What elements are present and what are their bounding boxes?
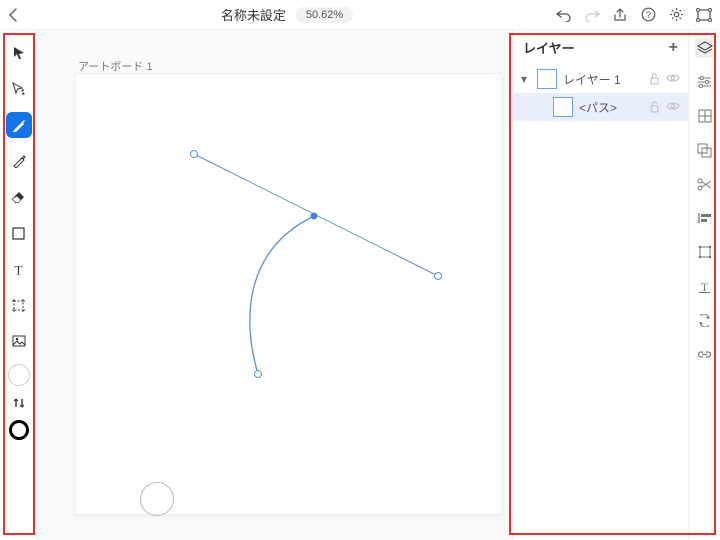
help-icon[interactable]: ? (640, 7, 656, 23)
lock-icon[interactable] (649, 73, 660, 85)
layer-row[interactable]: ▾ レイヤー 1 (513, 65, 688, 93)
artboard[interactable] (76, 74, 502, 514)
repeat-tab-icon[interactable] (695, 310, 715, 330)
align-tab-icon[interactable] (695, 208, 715, 228)
visibility-icon[interactable] (666, 101, 680, 113)
type-tab-icon[interactable]: T (695, 276, 715, 296)
document-title[interactable]: 名称未設定 (221, 5, 286, 24)
property-strip: T (688, 30, 720, 540)
tool-bar: T (0, 30, 38, 540)
precision-tab-icon[interactable] (695, 106, 715, 126)
pathfinder-tab-icon[interactable] (695, 140, 715, 160)
visibility-icon[interactable] (666, 73, 680, 85)
selection-tool[interactable] (6, 40, 32, 66)
disclosure-triangle-icon[interactable]: ▾ (521, 72, 531, 86)
layers-panel-title: レイヤー (523, 38, 575, 57)
layer-row[interactable]: <パス> (513, 93, 688, 121)
artboard-label[interactable]: アートボード 1 (78, 58, 153, 74)
properties-tab-icon[interactable] (695, 72, 715, 92)
add-layer-button[interactable]: + (669, 39, 678, 57)
zoom-level[interactable]: 50.62% (296, 7, 353, 23)
link-tab-icon[interactable] (695, 344, 715, 364)
stroke-swatch[interactable] (9, 420, 29, 440)
view-mode-icon[interactable] (696, 7, 712, 23)
artboard-tool[interactable] (6, 292, 32, 318)
layer-thumbnail (537, 69, 557, 89)
layers-tab-icon[interactable] (695, 38, 715, 58)
undo-icon[interactable] (556, 7, 572, 23)
path-name[interactable]: <パス> (579, 99, 617, 116)
vector-path[interactable] (76, 74, 502, 514)
place-image-tool[interactable] (6, 328, 32, 354)
canvas-area[interactable]: アートボード 1 (38, 30, 512, 540)
back-button[interactable] (8, 8, 18, 22)
stroke-options[interactable] (6, 396, 32, 410)
shape-tool[interactable] (6, 220, 32, 246)
share-icon[interactable] (612, 7, 628, 23)
pen-tool[interactable] (6, 112, 32, 138)
direct-selection-tool[interactable] (6, 76, 32, 102)
eraser-tool[interactable] (6, 184, 32, 210)
layers-panel: レイヤー + ▾ レイヤー 1 <パス> (512, 30, 688, 540)
redo-icon[interactable] (584, 7, 600, 23)
brush-cursor-indicator (140, 482, 174, 516)
svg-text:T: T (701, 280, 709, 293)
top-bar: 名称未設定 50.62% ? (0, 0, 720, 30)
svg-text:?: ? (645, 10, 650, 20)
settings-icon[interactable] (668, 7, 684, 23)
text-tool[interactable]: T (6, 256, 32, 282)
scissors-icon[interactable] (695, 174, 715, 194)
lock-icon[interactable] (649, 101, 660, 113)
path-thumbnail (553, 97, 573, 117)
layer-name[interactable]: レイヤー 1 (563, 71, 621, 88)
svg-text:T: T (15, 263, 23, 276)
fill-swatch[interactable] (8, 364, 30, 386)
pencil-tool[interactable] (6, 148, 32, 174)
transform-tab-icon[interactable] (695, 242, 715, 262)
